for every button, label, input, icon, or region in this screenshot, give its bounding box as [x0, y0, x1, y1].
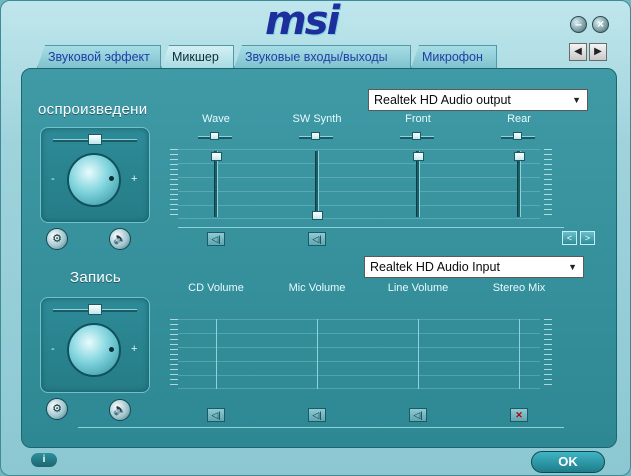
tab-microphone[interactable]: Микрофон [411, 45, 497, 68]
sw-synth-balance-thumb[interactable] [311, 132, 320, 140]
channel-label-stereo-mix: Stereo Mix [492, 282, 546, 294]
cd-volume-mute-icon[interactable]: ◁| [207, 408, 225, 422]
channel-label-line-volume: Line Volume [387, 282, 449, 294]
recording-grid [178, 319, 540, 389]
playback-device-select[interactable]: Realtek HD Audio output ▼ [368, 89, 588, 111]
rear-volume-thumb[interactable] [514, 152, 525, 162]
line-volume-column-line [418, 319, 419, 389]
playback-divider [178, 227, 564, 228]
tab-audio-io[interactable]: Звуковые входы/выходы [234, 45, 411, 68]
playback-volume-knob[interactable] [67, 153, 121, 207]
tab-scroll-left-icon[interactable]: ◀ [569, 43, 587, 61]
front-balance-thumb[interactable] [412, 132, 421, 140]
tab-sound-effect[interactable]: Звуковой эффект [37, 45, 161, 68]
channel-label-rear: Rear [507, 113, 531, 125]
sw-synth-volume-track[interactable] [315, 151, 319, 217]
playback-settings-icon[interactable]: ⚙ [46, 228, 68, 250]
recording-scale-left [170, 319, 178, 389]
sw-synth-mute-icon[interactable]: ◁| [308, 232, 326, 246]
chevron-down-icon: ▼ [572, 95, 581, 105]
playback-scale-right [544, 149, 552, 219]
recording-device-select[interactable]: Realtek HD Audio Input ▼ [364, 256, 584, 278]
recording-knob-minus: - [51, 343, 55, 355]
mic-volume-mute-icon[interactable]: ◁| [308, 408, 326, 422]
sw-synth-volume-thumb[interactable] [312, 211, 323, 220]
channel-label-cd-volume: CD Volume [188, 282, 244, 294]
recording-divider [78, 427, 564, 428]
stereo-mix-muted-icon[interactable]: ✕ [510, 408, 528, 422]
ok-button[interactable]: OK [531, 451, 605, 473]
playback-master-balance-thumb[interactable] [88, 134, 102, 145]
close-button[interactable]: × [592, 16, 609, 33]
tab-mixer[interactable]: Микшер [161, 45, 234, 68]
msi-logo: msi [265, 0, 340, 44]
recording-speaker-icon[interactable]: 🔈 [109, 399, 131, 421]
recording-knob-plus: + [131, 343, 138, 355]
wave-balance-thumb[interactable] [210, 132, 219, 140]
playback-device-value: Realtek HD Audio output [374, 93, 511, 107]
mixer-panel: оспроизведени - + ⚙ 🔈 Realtek HD Audio o… [21, 68, 617, 448]
playback-scale-left [170, 149, 178, 219]
playback-knob-plus: + [131, 173, 138, 185]
channel-label-wave: Wave [202, 113, 230, 125]
channels-prev-button[interactable]: < [562, 231, 577, 245]
tab-bar: Звуковой эффект Микшер Звуковые входы/вы… [37, 45, 617, 68]
rear-balance-thumb[interactable] [513, 132, 522, 140]
recording-knob-indicator [109, 347, 114, 352]
playback-knob-indicator [109, 176, 114, 181]
chevron-down-icon: ▼ [568, 262, 577, 272]
stereo-mix-column-line [519, 319, 520, 389]
wave-mute-icon[interactable]: ◁| [207, 232, 225, 246]
mic-volume-column-line [317, 319, 318, 389]
msi-audio-window: msi – × Звуковой эффект Микшер Звуковые … [0, 0, 631, 476]
channel-label-mic-volume: Mic Volume [288, 282, 346, 294]
recording-volume-knob[interactable] [67, 323, 121, 377]
cd-volume-column-line [216, 319, 217, 389]
channels-next-button[interactable]: > [580, 231, 595, 245]
recording-settings-icon[interactable]: ⚙ [46, 398, 68, 420]
playback-master-box: - + [40, 127, 150, 223]
recording-scale-right [544, 319, 552, 389]
tab-scroll-right-icon[interactable]: ▶ [589, 43, 607, 61]
playback-knob-minus: - [51, 173, 55, 185]
recording-title: Запись [70, 269, 122, 286]
minimize-button[interactable]: – [570, 16, 587, 33]
channel-label-sw-synth: SW Synth [292, 113, 342, 125]
info-button[interactable]: i [31, 453, 57, 467]
front-volume-thumb[interactable] [413, 152, 424, 162]
line-volume-mute-icon[interactable]: ◁| [409, 408, 427, 422]
playback-grid [178, 149, 540, 219]
playback-speaker-icon[interactable]: 🔈 [109, 228, 131, 250]
recording-master-balance-thumb[interactable] [88, 304, 102, 315]
title-bar: msi – × [1, 0, 630, 45]
recording-master-box: - + [40, 297, 150, 393]
recording-device-value: Realtek HD Audio Input [370, 260, 500, 274]
playback-title: оспроизведени [38, 101, 148, 118]
wave-volume-thumb[interactable] [211, 152, 222, 162]
channel-label-front: Front [405, 113, 431, 125]
